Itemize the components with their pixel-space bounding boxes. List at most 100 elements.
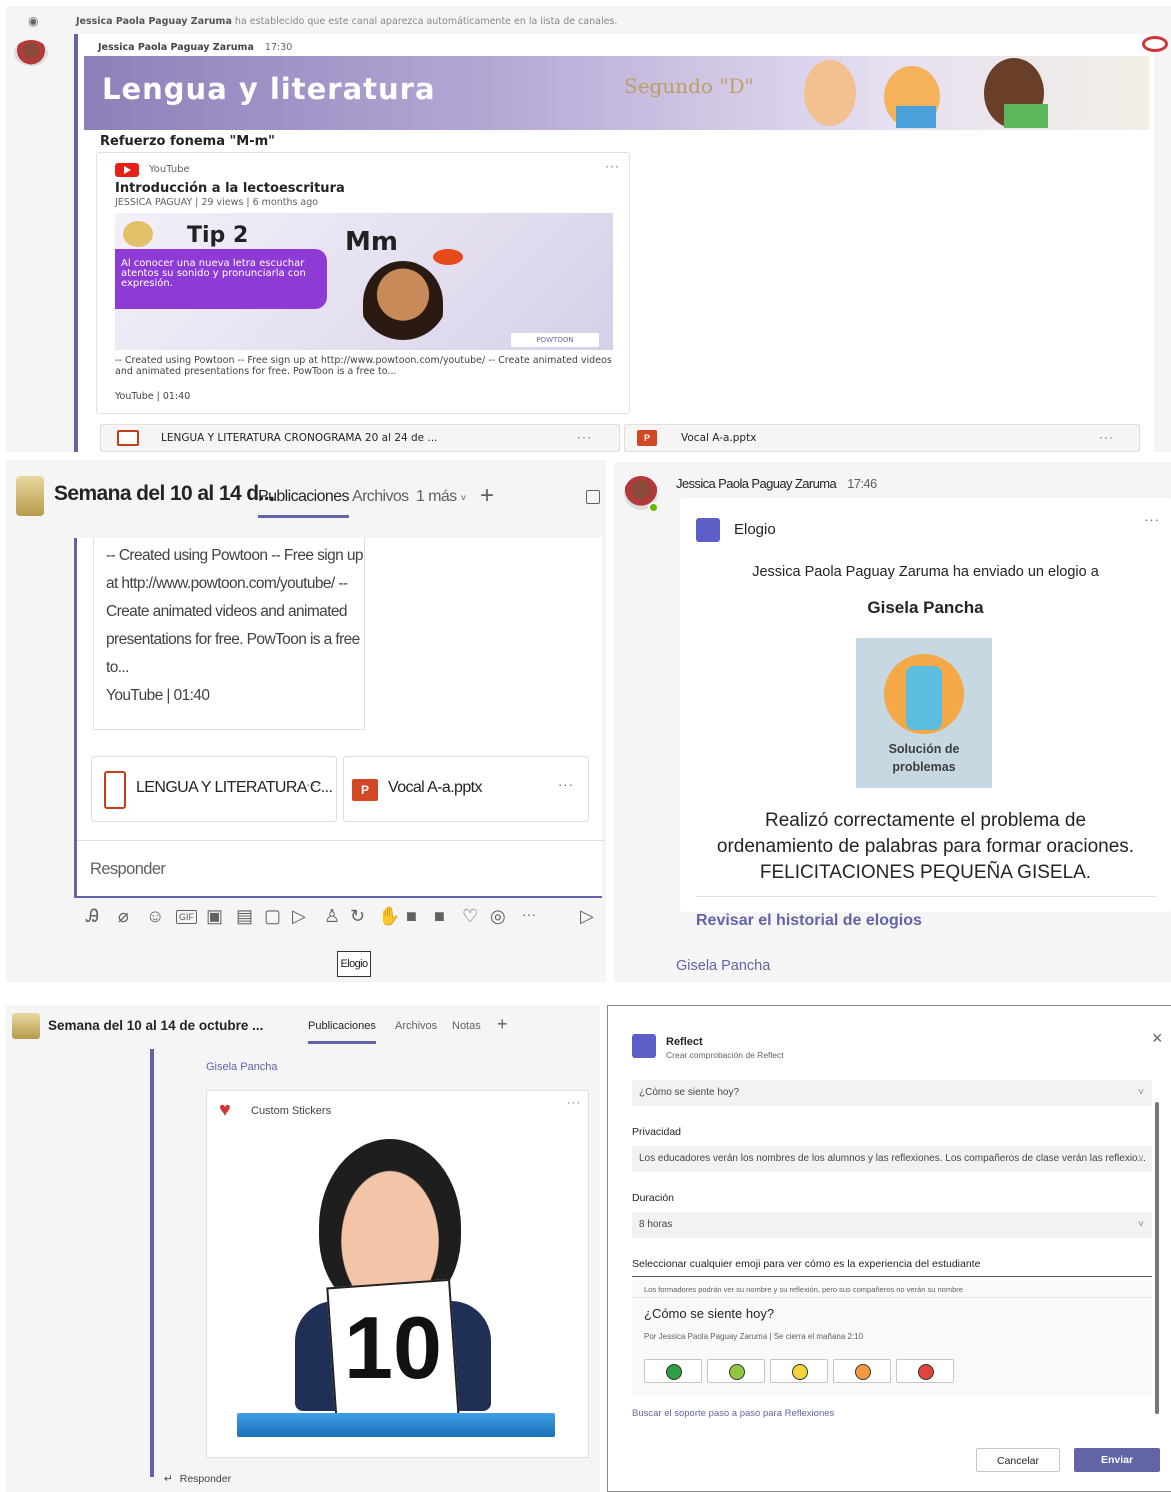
more-options-icon[interactable]: ··· bbox=[1144, 512, 1160, 527]
mention-name[interactable]: Gisela Pancha bbox=[206, 1061, 278, 1073]
attach-icon[interactable]: ⌀ bbox=[118, 906, 129, 927]
video-meta: JESSICA PAGUAY | 29 views | 6 months ago bbox=[115, 197, 319, 208]
attachment-file[interactable]: LENGUA Y LITERATURA CRONOGRAMA 20 al 24 … bbox=[100, 424, 620, 452]
message-card: -- Created using Powtoon -- Free sign up… bbox=[74, 538, 605, 898]
child-illustration bbox=[804, 60, 856, 126]
fist-icon-hand bbox=[906, 666, 942, 730]
loop-icon[interactable]: ↻ bbox=[350, 906, 365, 927]
document-icon bbox=[117, 430, 139, 446]
system-message-author: Jessica Paola Paguay Zaruma bbox=[76, 16, 232, 27]
format-icon[interactable]: Ꭿ bbox=[86, 906, 99, 927]
description-line: -- Created using Powtoon -- Free sign up bbox=[106, 547, 363, 564]
description-line: to... bbox=[106, 659, 129, 676]
divider bbox=[632, 1276, 1152, 1277]
youtube-icon[interactable]: ■ bbox=[406, 906, 417, 927]
system-message: Jessica Paola Paguay Zaruma ha estableci… bbox=[76, 16, 617, 27]
thread-line bbox=[150, 1049, 154, 1477]
stream-icon[interactable]: ▷ bbox=[292, 906, 306, 927]
message-line: ordenamiento de palabras para formar ora… bbox=[716, 836, 1135, 857]
description-line: presentations for free. PowToon is a fre… bbox=[106, 631, 360, 648]
more-options-icon[interactable]: ··· bbox=[605, 159, 620, 173]
more-options-icon[interactable]: ··· bbox=[577, 430, 592, 444]
avatar[interactable] bbox=[14, 40, 48, 66]
book-illustration bbox=[896, 106, 936, 128]
emoji-option-angry[interactable] bbox=[896, 1359, 954, 1383]
dialog-subtitle: Crear comprobación de Reflect bbox=[666, 1050, 784, 1060]
heart-icon[interactable]: ♡ bbox=[462, 906, 478, 927]
praise-card: Elogio ··· Jessica Paola Paguay Zaruma h… bbox=[680, 498, 1171, 912]
sticker-icon[interactable]: ▣ bbox=[206, 906, 223, 927]
description-line: at http://www.powtoon.com/youtube/ -- bbox=[106, 575, 348, 592]
praise-badge: Solución de problemas bbox=[856, 638, 992, 788]
chevron-down-icon: ˅ bbox=[460, 493, 466, 504]
reaction-icon[interactable] bbox=[1142, 36, 1168, 52]
attachment-name: LENGUA Y LITERATURA CRONOGRAMA 20 al 24 … bbox=[161, 432, 438, 444]
praise-icon[interactable]: ♙ bbox=[324, 906, 340, 927]
video-call-icon[interactable] bbox=[586, 490, 600, 504]
mention-name[interactable]: Gisela Pancha bbox=[676, 958, 770, 974]
tab-notas[interactable]: Notas bbox=[452, 1020, 481, 1032]
thumbnail-text-box: Al conocer una nueva letra escuchar aten… bbox=[115, 249, 327, 309]
video-title[interactable]: Introducción a la lectoescritura bbox=[115, 181, 345, 196]
tab-publicaciones[interactable]: Publicaciones bbox=[308, 1020, 376, 1044]
emoji-option-happy[interactable] bbox=[707, 1359, 765, 1383]
attachment-file[interactable]: LENGUA Y LITERATURA C... ··· bbox=[91, 756, 337, 822]
video-footer: YouTube | 01:40 bbox=[115, 391, 191, 402]
attachment-name: LENGUA Y LITERATURA C... bbox=[136, 779, 333, 796]
banner-title: Lengua y literatura bbox=[102, 72, 436, 106]
gif-icon[interactable]: GIF bbox=[176, 910, 197, 924]
message-subject: Refuerzo fonema "M-m" bbox=[100, 134, 275, 149]
question-select[interactable]: ¿Cómo se siente hoy? ˅ bbox=[632, 1080, 1152, 1106]
girl-illustration bbox=[363, 261, 443, 345]
duration-select[interactable]: 8 horas ˅ bbox=[632, 1212, 1152, 1238]
description-line: YouTube | 01:40 bbox=[106, 687, 210, 704]
camera-icon[interactable]: ■ bbox=[434, 906, 445, 927]
scrollbar[interactable] bbox=[1155, 1102, 1159, 1414]
youtube-card[interactable]: YouTube ··· Introducción a la lectoescri… bbox=[96, 152, 630, 414]
reply-button[interactable]: ↵ Responder bbox=[164, 1473, 231, 1485]
support-link[interactable]: Buscar el soporte paso a paso para Refle… bbox=[632, 1408, 834, 1419]
reflect-icon[interactable]: ◎ bbox=[490, 906, 506, 927]
video-icon[interactable]: ▢ bbox=[264, 906, 281, 927]
more-options-icon[interactable]: ··· bbox=[522, 906, 536, 922]
tab-archivos[interactable]: Archivos bbox=[395, 1020, 437, 1032]
youtube-card[interactable]: -- Created using Powtoon -- Free sign up… bbox=[93, 538, 365, 730]
tab-archivos[interactable]: Archivos bbox=[352, 488, 409, 506]
send-icon[interactable]: ▷ bbox=[580, 906, 594, 927]
add-tab-icon[interactable]: + bbox=[480, 482, 494, 510]
praise-app-icon bbox=[696, 518, 720, 542]
emoji-option-neutral[interactable] bbox=[770, 1359, 828, 1383]
add-tab-icon[interactable]: + bbox=[497, 1014, 508, 1035]
cancel-button[interactable]: Cancelar bbox=[976, 1448, 1060, 1472]
more-options-icon[interactable]: ··· bbox=[1099, 430, 1114, 444]
reply-icon: ↵ bbox=[164, 1473, 173, 1485]
message-author[interactable]: Jessica Paola Paguay Zaruma bbox=[98, 42, 254, 53]
youtube-logo-icon bbox=[115, 163, 139, 177]
duration-label: Duración bbox=[632, 1192, 675, 1204]
emoji-option-very-happy[interactable] bbox=[644, 1359, 702, 1383]
emoji-option-sad[interactable] bbox=[833, 1359, 891, 1383]
video-thumbnail[interactable]: Tip 2 Mm Al conocer una nueva letra escu… bbox=[115, 213, 613, 350]
reply-input[interactable]: Responder bbox=[90, 860, 166, 879]
attachment-file[interactable]: P Vocal A-a.pptx ··· bbox=[343, 756, 589, 822]
emoji-icon[interactable]: ☺ bbox=[146, 906, 164, 927]
message-time: 17:46 bbox=[847, 476, 877, 491]
message-author[interactable]: Jessica Paola Paguay Zaruma bbox=[676, 476, 837, 491]
chevron-down-icon: ˅ bbox=[1138, 1153, 1144, 1164]
system-message-text: ha establecido que este canal aparezca a… bbox=[234, 16, 618, 27]
more-options-icon[interactable]: ··· bbox=[558, 777, 574, 792]
thumbnail-text: Al conocer una nueva letra escuchar aten… bbox=[121, 258, 306, 289]
praise-history-link[interactable]: Revisar el historial de elogios bbox=[696, 912, 922, 930]
more-options-icon[interactable]: ··· bbox=[567, 1097, 581, 1109]
tab-more[interactable]: 1 más ˅ bbox=[416, 488, 466, 506]
hand-icon[interactable]: ✋ bbox=[378, 906, 400, 927]
close-icon[interactable]: × bbox=[1152, 1028, 1163, 1049]
more-options-icon[interactable]: ··· bbox=[306, 777, 322, 792]
send-button[interactable]: Enviar bbox=[1074, 1448, 1160, 1472]
divider bbox=[696, 896, 1156, 897]
tab-publicaciones[interactable]: Publicaciones bbox=[258, 488, 350, 518]
privacy-select[interactable]: Los educadores verán los nombres de los … bbox=[632, 1146, 1152, 1172]
praise-recipient: Gisela Pancha bbox=[867, 598, 984, 617]
meeting-icon[interactable]: ▤ bbox=[236, 906, 253, 927]
attachment-file[interactable]: P Vocal A-a.pptx ··· bbox=[624, 424, 1140, 452]
